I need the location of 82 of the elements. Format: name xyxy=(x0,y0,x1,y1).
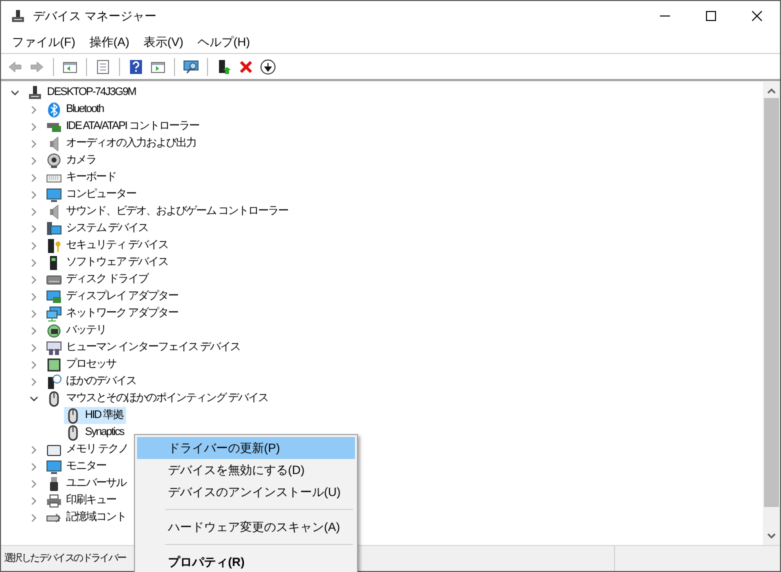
window-title: デバイス マネージャー xyxy=(33,8,156,25)
expand-chevron-icon[interactable] xyxy=(29,496,39,506)
tree-item[interactable]: ネットワーク アダプター xyxy=(45,305,182,322)
expand-chevron-icon[interactable] xyxy=(29,342,39,352)
tree-item[interactable]: マウスとそのほかのポインティング デバイス xyxy=(45,390,272,407)
network-icon xyxy=(46,306,62,322)
menu-item[interactable]: プロパティ(R) xyxy=(137,551,355,572)
menu-item[interactable]: 操作(A) xyxy=(82,32,136,52)
display-adapter-icon xyxy=(46,288,62,304)
download-icon[interactable] xyxy=(258,56,278,76)
expand-chevron-icon[interactable] xyxy=(29,376,39,386)
collapse-chevron-icon[interactable] xyxy=(29,394,39,404)
tree-item[interactable]: ヒューマン インターフェイス デバイス xyxy=(45,339,244,356)
tree-item[interactable]: HID 準拠 xyxy=(64,407,126,424)
expand-chevron-icon[interactable] xyxy=(29,292,39,302)
expand-chevron-icon[interactable] xyxy=(29,190,39,200)
menu-item[interactable]: ヘルプ(H) xyxy=(190,32,257,52)
expand-chevron-icon[interactable] xyxy=(29,104,39,114)
expand-chevron-icon[interactable] xyxy=(29,308,39,318)
hid-icon xyxy=(46,340,62,356)
unknown-device-icon xyxy=(46,374,62,390)
tree-item[interactable]: ディスプレイ アダプター xyxy=(45,288,182,305)
tree-item[interactable]: モニター xyxy=(45,458,109,475)
printer-icon xyxy=(46,492,62,508)
tree-item[interactable]: 記憶域コント xyxy=(45,509,129,526)
scrollbar-thumb[interactable] xyxy=(764,98,779,507)
expand-chevron-icon[interactable] xyxy=(29,274,39,284)
menu-item[interactable]: デバイスを無効にする(D) xyxy=(137,459,355,481)
tree-item[interactable]: Synaptics xyxy=(64,424,127,441)
scrollbar[interactable] xyxy=(763,82,780,545)
tree-item[interactable]: DESKTOP-74J3G9M xyxy=(26,84,139,101)
tree-item[interactable]: 印刷キュー xyxy=(45,492,119,509)
battery-icon xyxy=(46,322,62,338)
tree-item[interactable]: オーディオの入力および出力 xyxy=(45,135,199,152)
tree-item[interactable]: ソフトウェア デバイス xyxy=(45,254,172,271)
tree-item[interactable]: ユニバーサル xyxy=(45,475,129,492)
expand-chevron-icon[interactable] xyxy=(29,224,39,234)
menu-item[interactable]: デバイスのアンインストール(U) xyxy=(137,481,355,503)
close-icon xyxy=(752,11,762,21)
scroll-up-icon[interactable] xyxy=(767,88,776,94)
monitor-icon xyxy=(46,458,62,474)
tree-item[interactable]: ディスク ドライブ xyxy=(45,271,152,288)
monitor-icon xyxy=(46,186,62,202)
tree-item[interactable]: システム デバイス xyxy=(45,220,152,237)
menu-item[interactable]: ハードウェア変更のスキャン(A) xyxy=(137,516,355,538)
expand-chevron-icon[interactable] xyxy=(29,138,39,148)
tree-item[interactable]: バッテリ xyxy=(45,322,109,339)
expand-chevron-icon[interactable] xyxy=(29,258,39,268)
collapse-chevron-icon[interactable] xyxy=(10,88,20,98)
expand-chevron-icon[interactable] xyxy=(29,512,39,522)
tree-item[interactable]: プロセッサ xyxy=(45,356,119,373)
expand-chevron-icon[interactable] xyxy=(29,156,39,166)
bluetooth-icon xyxy=(46,102,62,118)
expand-chevron-icon[interactable] xyxy=(29,444,39,454)
menu-item[interactable]: ドライバーの更新(P) xyxy=(137,437,355,459)
computer-icon xyxy=(27,84,43,100)
tree-item[interactable]: キーボード xyxy=(45,169,119,186)
menu-item[interactable]: 表示(V) xyxy=(136,32,190,52)
expand-chevron-icon[interactable] xyxy=(29,206,39,216)
scroll-down-icon[interactable] xyxy=(767,533,776,539)
maximize-icon xyxy=(706,11,716,21)
tree-item[interactable]: ほかのデバイス xyxy=(45,373,139,390)
tree-item[interactable]: セキュリティ デバイス xyxy=(45,237,172,254)
tree-item[interactable]: サウンド、ビデオ、およびゲーム コントローラー xyxy=(45,203,292,220)
tree-item[interactable]: コンピューター xyxy=(45,186,139,203)
tree-item[interactable]: Bluetooth xyxy=(45,101,106,118)
expand-chevron-icon[interactable] xyxy=(29,462,39,472)
expand-chevron-icon[interactable] xyxy=(29,172,39,182)
expand-chevron-icon[interactable] xyxy=(29,240,39,250)
expand-chevron-icon[interactable] xyxy=(29,360,39,370)
system-devices-icon xyxy=(46,220,62,236)
tree-item[interactable]: カメラ xyxy=(45,152,99,169)
app-icon xyxy=(11,9,25,23)
key-device-icon xyxy=(46,238,62,254)
expand-chevron-icon[interactable] xyxy=(29,478,39,488)
processor-icon xyxy=(46,356,62,372)
tree-item[interactable]: メモリ テクノ xyxy=(45,441,132,458)
expand-chevron-icon[interactable] xyxy=(29,326,39,336)
menu-item[interactable]: ファイル(F) xyxy=(5,32,82,52)
expand-chevron-icon[interactable] xyxy=(29,122,39,132)
webcam-icon xyxy=(46,152,62,168)
tree-item[interactable]: IDE ATA/ATAPI コントローラー xyxy=(45,118,202,135)
